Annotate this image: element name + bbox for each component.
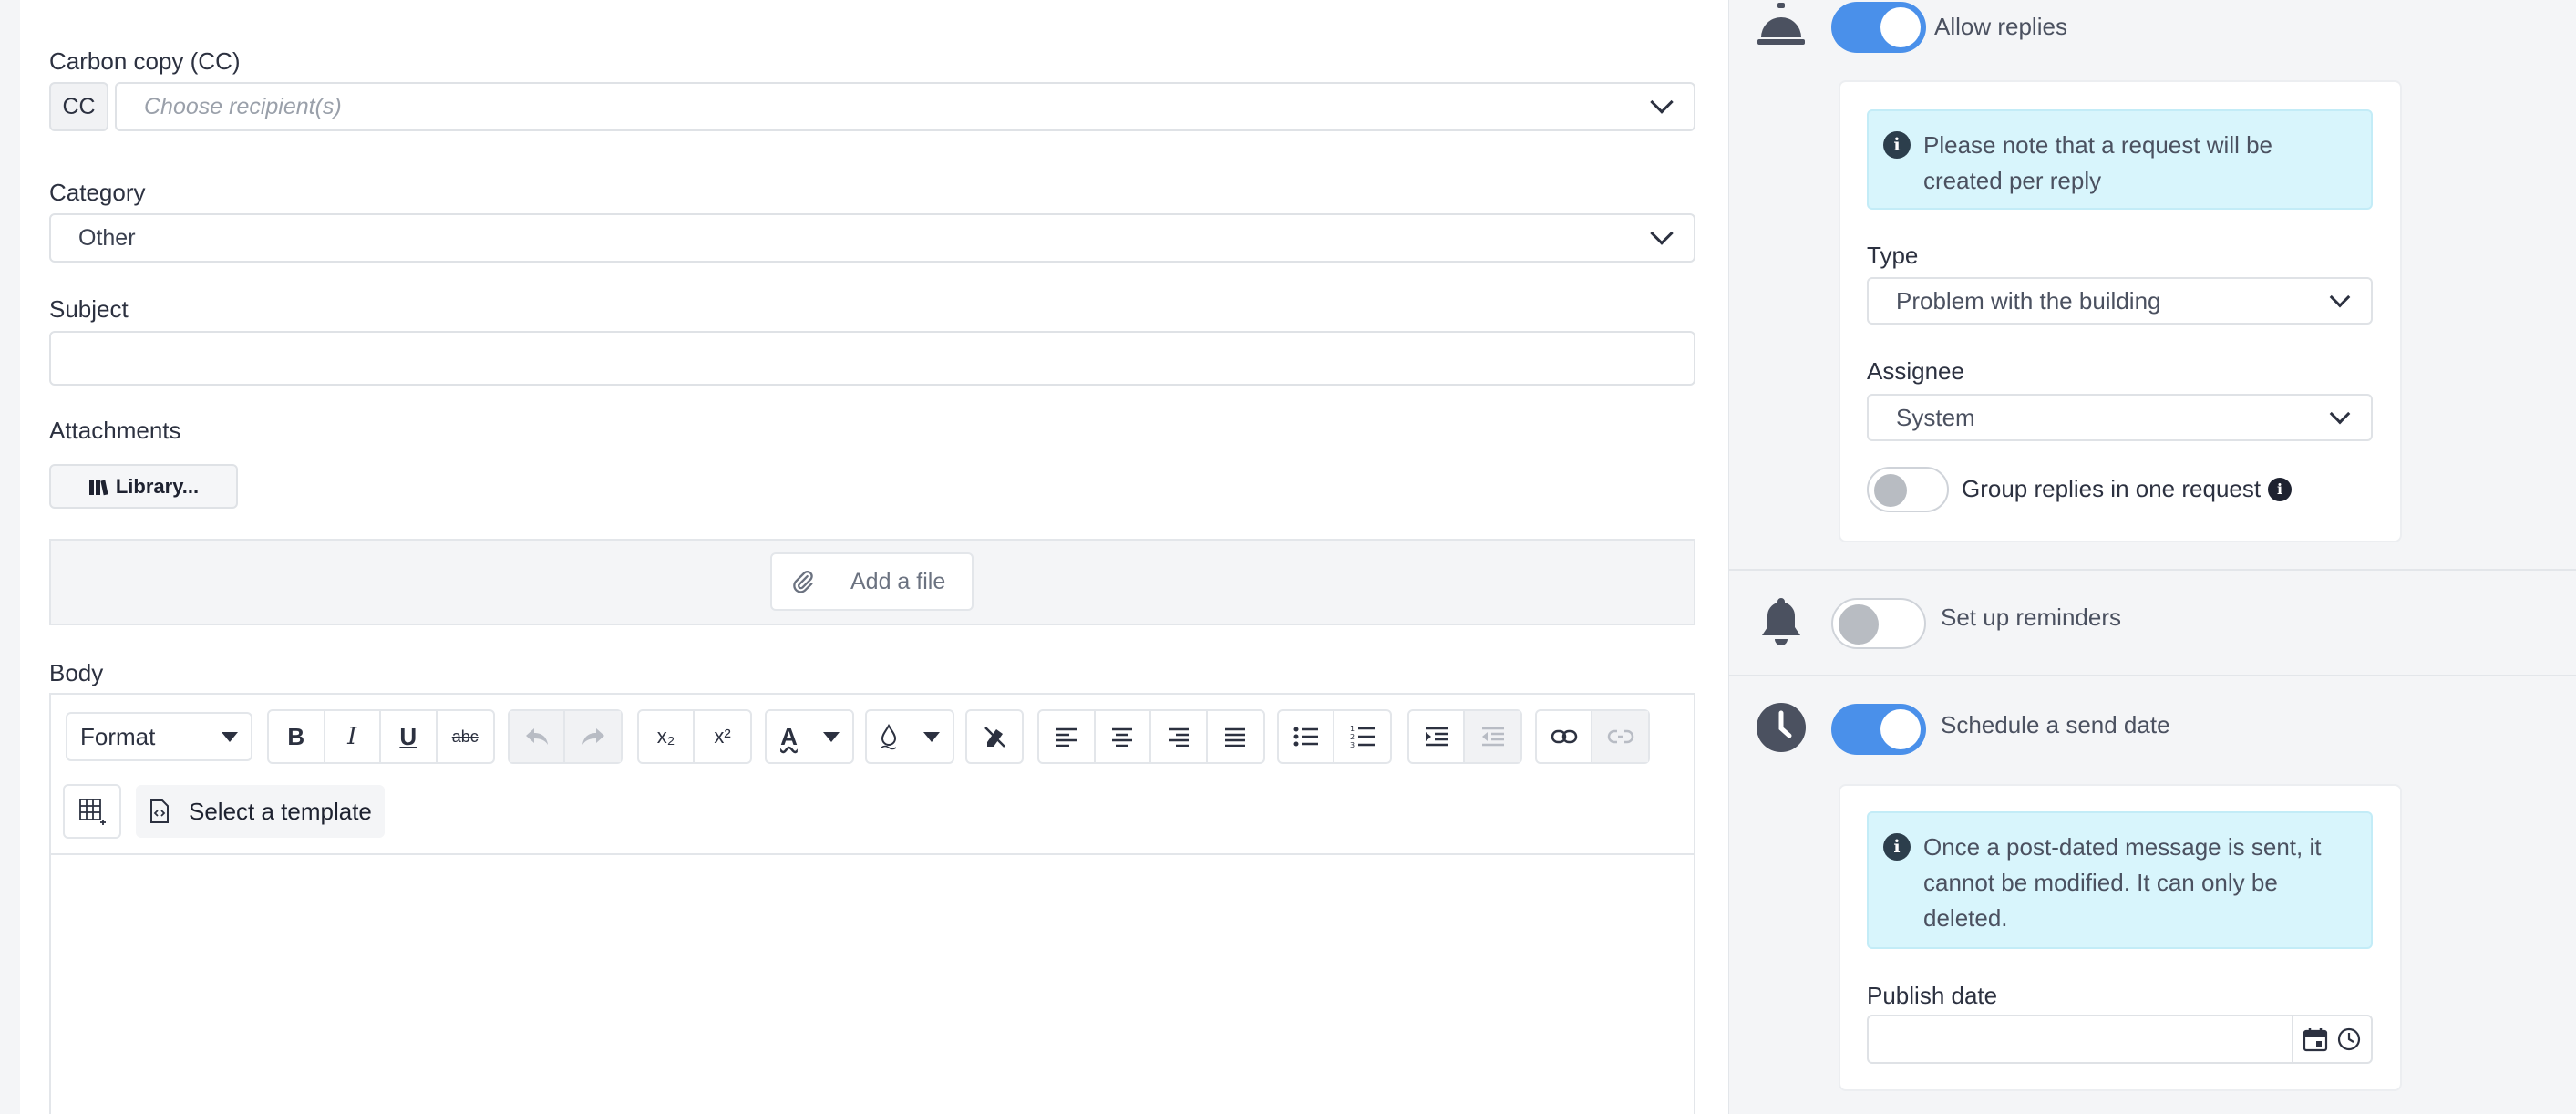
text-color-icon[interactable]: A bbox=[767, 711, 811, 762]
cc-badge: CC bbox=[49, 82, 108, 131]
chevron-down-icon bbox=[2329, 286, 2351, 308]
text-style-group: B I U abc bbox=[267, 709, 495, 764]
subject-label: Subject bbox=[49, 295, 129, 323]
list-group: 123 bbox=[1277, 709, 1392, 764]
publish-date-label: Publish date bbox=[1867, 982, 1998, 1009]
attachments-label: Attachments bbox=[49, 417, 181, 444]
schedule-info-alert: i Once a post-dated message is sent, it … bbox=[1867, 811, 2373, 949]
schedule-send-label: Schedule a send date bbox=[1941, 711, 2170, 738]
svg-text:3: 3 bbox=[1350, 741, 1355, 748]
align-right-icon[interactable] bbox=[1151, 711, 1208, 762]
add-file-label: Add a file bbox=[850, 568, 946, 594]
document-code-icon bbox=[150, 799, 169, 823]
undo-icon[interactable] bbox=[510, 711, 566, 762]
align-left-icon[interactable] bbox=[1039, 711, 1096, 762]
category-label: Category bbox=[49, 179, 146, 206]
strikethrough-icon[interactable]: abc bbox=[438, 711, 493, 762]
format-select-value: Format bbox=[80, 722, 156, 750]
schedule-send-toggle[interactable] bbox=[1831, 704, 1926, 755]
reminders-toggle[interactable] bbox=[1831, 598, 1926, 649]
cc-placeholder: Choose recipient(s) bbox=[144, 93, 342, 119]
group-replies-label-row: Group replies in one request i bbox=[1962, 475, 2293, 503]
svg-text:2: 2 bbox=[1350, 733, 1355, 741]
add-file-button[interactable]: Add a file bbox=[770, 552, 974, 611]
outdent-icon[interactable] bbox=[1465, 711, 1520, 762]
section-divider bbox=[1729, 569, 2576, 571]
subscript-icon[interactable]: x₂ bbox=[639, 711, 696, 762]
link-icon[interactable] bbox=[1537, 711, 1593, 762]
toolbar-divider bbox=[49, 853, 1695, 855]
type-label: Type bbox=[1867, 242, 1919, 269]
category-select[interactable]: Other bbox=[49, 213, 1695, 263]
svg-text:1: 1 bbox=[1350, 725, 1355, 733]
format-select[interactable]: Format bbox=[66, 712, 252, 761]
fill-color-icon[interactable] bbox=[867, 711, 912, 762]
reply-info-alert: i Please note that a request will be cre… bbox=[1867, 109, 2373, 210]
library-icon bbox=[88, 479, 108, 495]
clear-formatting-icon[interactable] bbox=[967, 711, 1022, 762]
select-template-button[interactable]: Select a template bbox=[136, 785, 385, 838]
reminders-label: Set up reminders bbox=[1941, 603, 2121, 631]
type-value: Problem with the building bbox=[1896, 286, 2161, 315]
cc-recipient-select[interactable]: Choose recipient(s) bbox=[115, 82, 1695, 131]
insert-table-button[interactable] bbox=[63, 784, 121, 839]
calendar-icon[interactable] bbox=[2303, 1026, 2328, 1052]
paperclip-icon bbox=[793, 571, 813, 593]
library-button[interactable]: Library... bbox=[49, 464, 238, 509]
history-group bbox=[508, 709, 623, 764]
library-button-label: Library... bbox=[115, 474, 200, 498]
chevron-down-icon bbox=[1650, 222, 1674, 245]
schedule-info-text: Once a post-dated message is sent, it ca… bbox=[1923, 833, 2322, 932]
background-color-picker[interactable] bbox=[865, 709, 954, 764]
text-color-picker[interactable]: A bbox=[765, 709, 854, 764]
bold-icon[interactable]: B bbox=[269, 711, 325, 762]
publish-date-input[interactable] bbox=[1867, 1015, 2373, 1064]
table-icon bbox=[79, 799, 106, 825]
group-replies-toggle[interactable] bbox=[1867, 467, 1949, 512]
assignee-select[interactable]: System bbox=[1867, 394, 2373, 441]
clock-icon bbox=[1754, 700, 1808, 755]
allow-replies-label: Allow replies bbox=[1934, 13, 2067, 40]
caret-down-icon[interactable] bbox=[912, 711, 953, 762]
chevron-down-icon bbox=[2329, 403, 2351, 425]
clear-format-group bbox=[965, 709, 1024, 764]
redo-icon[interactable] bbox=[565, 711, 621, 762]
clock-icon[interactable] bbox=[2336, 1026, 2362, 1052]
group-replies-label: Group replies in one request bbox=[1962, 475, 2262, 502]
info-icon[interactable]: i bbox=[2268, 477, 2293, 501]
script-group: x₂ x² bbox=[637, 709, 752, 764]
align-center-icon[interactable] bbox=[1096, 711, 1151, 762]
type-select[interactable]: Problem with the building bbox=[1867, 277, 2373, 325]
subject-input[interactable] bbox=[49, 331, 1695, 386]
indent-icon[interactable] bbox=[1409, 711, 1466, 762]
select-template-label: Select a template bbox=[189, 797, 372, 825]
link-group bbox=[1535, 709, 1650, 764]
align-justify-icon[interactable] bbox=[1208, 711, 1263, 762]
unlink-icon[interactable] bbox=[1592, 711, 1648, 762]
chevron-down-icon bbox=[1650, 90, 1674, 114]
info-icon: i bbox=[1883, 833, 1911, 861]
reply-info-text: Please note that a request will be creat… bbox=[1923, 131, 2273, 194]
allow-replies-toggle[interactable] bbox=[1831, 2, 1926, 53]
numbered-list-icon[interactable]: 123 bbox=[1334, 711, 1390, 762]
concierge-bell-icon bbox=[1754, 0, 1808, 47]
caret-down-icon bbox=[222, 732, 238, 742]
info-icon: i bbox=[1883, 131, 1911, 159]
indent-group bbox=[1407, 709, 1522, 764]
alignment-group bbox=[1037, 709, 1265, 764]
underline-icon[interactable]: U bbox=[381, 711, 438, 762]
assignee-value: System bbox=[1896, 403, 1975, 431]
bullet-list-icon[interactable] bbox=[1279, 711, 1335, 762]
date-input-addons bbox=[2292, 1016, 2371, 1062]
section-divider bbox=[1729, 675, 2576, 676]
caret-down-icon[interactable] bbox=[811, 711, 852, 762]
assignee-label: Assignee bbox=[1867, 357, 1964, 385]
italic-icon[interactable]: I bbox=[325, 711, 381, 762]
bell-icon bbox=[1754, 593, 1808, 649]
category-value: Other bbox=[78, 224, 136, 251]
cc-label: Carbon copy (CC) bbox=[49, 47, 241, 75]
body-label: Body bbox=[49, 659, 104, 686]
superscript-icon[interactable]: x² bbox=[695, 711, 750, 762]
